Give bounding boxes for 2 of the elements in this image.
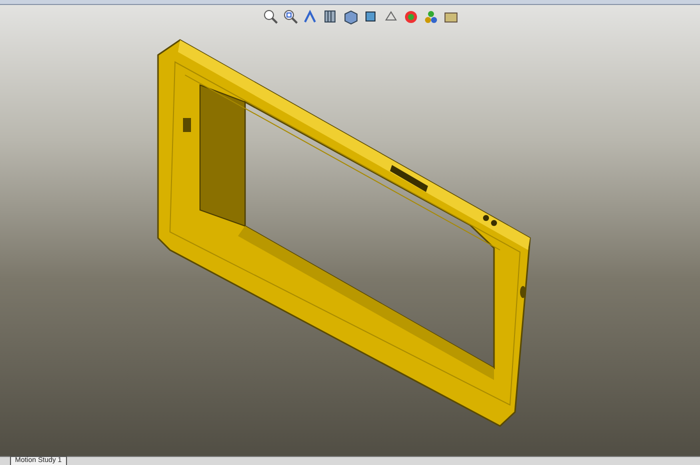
zoom-fit-icon[interactable] xyxy=(262,8,278,24)
zoom-area-icon[interactable] xyxy=(282,8,298,24)
